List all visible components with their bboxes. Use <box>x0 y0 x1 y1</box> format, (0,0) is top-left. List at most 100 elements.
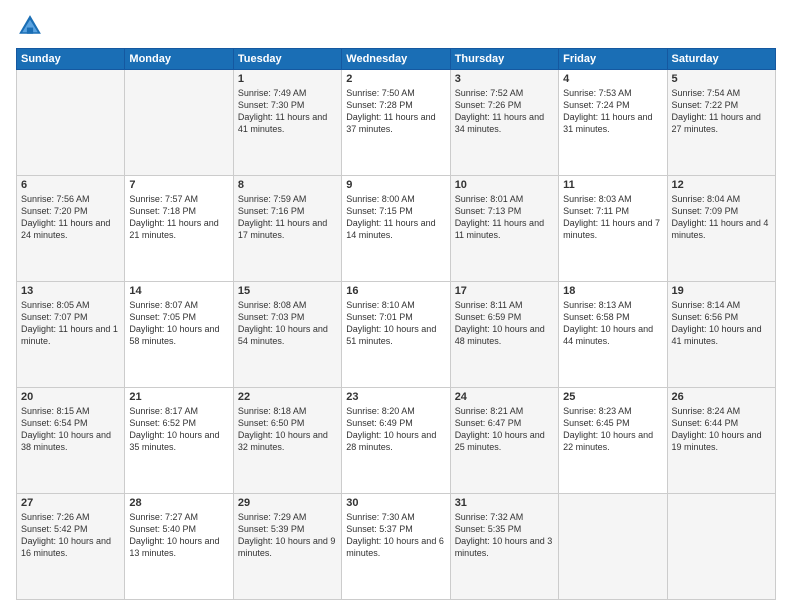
calendar-cell: 20 Sunrise: 8:15 AM Sunset: 6:54 PM Dayli… <box>17 388 125 494</box>
day-info: Sunrise: 8:00 AM Sunset: 7:15 PM Dayligh… <box>346 193 445 242</box>
day-info: Sunrise: 8:03 AM Sunset: 7:11 PM Dayligh… <box>563 193 662 242</box>
calendar-table: SundayMondayTuesdayWednesdayThursdayFrid… <box>16 48 776 600</box>
calendar-cell: 18 Sunrise: 8:13 AM Sunset: 6:58 PM Dayli… <box>559 282 667 388</box>
calendar-cell: 11 Sunrise: 8:03 AM Sunset: 7:11 PM Dayli… <box>559 176 667 282</box>
day-number: 29 <box>238 497 337 509</box>
day-number: 10 <box>455 179 554 191</box>
logo-icon <box>16 12 44 40</box>
day-number: 15 <box>238 285 337 297</box>
calendar-cell: 29 Sunrise: 7:29 AM Sunset: 5:39 PM Dayli… <box>233 494 341 600</box>
day-number: 3 <box>455 73 554 85</box>
calendar-cell: 16 Sunrise: 8:10 AM Sunset: 7:01 PM Dayli… <box>342 282 450 388</box>
day-info: Sunrise: 8:01 AM Sunset: 7:13 PM Dayligh… <box>455 193 554 242</box>
day-info: Sunrise: 7:50 AM Sunset: 7:28 PM Dayligh… <box>346 87 445 136</box>
calendar-cell: 22Sunrise: 8:18 AM Sunset: 6:50 PM Dayli… <box>233 388 341 494</box>
calendar-cell <box>17 70 125 176</box>
calendar-cell: 10 Sunrise: 8:01 AM Sunset: 7:13 PM Dayli… <box>450 176 558 282</box>
day-number: 22 <box>238 391 337 403</box>
day-number: 19 <box>672 285 771 297</box>
day-number: 20 <box>21 391 120 403</box>
day-number: 14 <box>129 285 228 297</box>
day-number: 9 <box>346 179 445 191</box>
calendar-cell: 2Sunrise: 7:50 AM Sunset: 7:28 PM Daylig… <box>342 70 450 176</box>
day-number: 6 <box>21 179 120 191</box>
day-info: Sunrise: 8:11 AM Sunset: 6:59 PM Dayligh… <box>455 299 554 348</box>
day-info: Sunrise: 8:20 AM Sunset: 6:49 PM Dayligh… <box>346 405 445 454</box>
calendar-cell <box>125 70 233 176</box>
calendar-cell: 4 Sunrise: 7:53 AM Sunset: 7:24 PM Daylig… <box>559 70 667 176</box>
day-info: Sunrise: 8:21 AM Sunset: 6:47 PM Dayligh… <box>455 405 554 454</box>
day-info: Sunrise: 7:59 AM Sunset: 7:16 PM Dayligh… <box>238 193 337 242</box>
calendar-cell: 17Sunrise: 8:11 AM Sunset: 6:59 PM Dayli… <box>450 282 558 388</box>
day-info: Sunrise: 7:53 AM Sunset: 7:24 PM Dayligh… <box>563 87 662 136</box>
day-header-saturday: Saturday <box>667 49 775 70</box>
day-number: 8 <box>238 179 337 191</box>
calendar-cell <box>667 494 775 600</box>
calendar-cell: 19Sunrise: 8:14 AM Sunset: 6:56 PM Dayli… <box>667 282 775 388</box>
day-info: Sunrise: 8:17 AM Sunset: 6:52 PM Dayligh… <box>129 405 228 454</box>
day-number: 16 <box>346 285 445 297</box>
day-info: Sunrise: 8:13 AM Sunset: 6:58 PM Dayligh… <box>563 299 662 348</box>
day-number: 26 <box>672 391 771 403</box>
page: SundayMondayTuesdayWednesdayThursdayFrid… <box>0 0 792 612</box>
calendar-cell: 27 Sunrise: 7:26 AM Sunset: 5:42 PM Dayli… <box>17 494 125 600</box>
calendar-cell: 9 Sunrise: 8:00 AM Sunset: 7:15 PM Daylig… <box>342 176 450 282</box>
day-info: Sunrise: 7:54 AM Sunset: 7:22 PM Dayligh… <box>672 87 771 136</box>
day-number: 11 <box>563 179 662 191</box>
day-number: 21 <box>129 391 228 403</box>
calendar-cell: 8 Sunrise: 7:59 AM Sunset: 7:16 PM Daylig… <box>233 176 341 282</box>
logo <box>16 12 48 40</box>
calendar-cell: 13 Sunrise: 8:05 AM Sunset: 7:07 PM Dayli… <box>17 282 125 388</box>
day-header-friday: Friday <box>559 49 667 70</box>
day-number: 31 <box>455 497 554 509</box>
day-info: Sunrise: 7:26 AM Sunset: 5:42 PM Dayligh… <box>21 511 120 560</box>
calendar-cell: 12 Sunrise: 8:04 AM Sunset: 7:09 PM Dayli… <box>667 176 775 282</box>
day-number: 1 <box>238 73 337 85</box>
day-number: 13 <box>21 285 120 297</box>
day-info: Sunrise: 7:29 AM Sunset: 5:39 PM Dayligh… <box>238 511 337 560</box>
day-info: Sunrise: 8:04 AM Sunset: 7:09 PM Dayligh… <box>672 193 771 242</box>
calendar-cell: 5 Sunrise: 7:54 AM Sunset: 7:22 PM Daylig… <box>667 70 775 176</box>
calendar-week-2: 6 Sunrise: 7:56 AM Sunset: 7:20 PM Daylig… <box>17 176 776 282</box>
calendar-week-1: 1 Sunrise: 7:49 AM Sunset: 7:30 PM Daylig… <box>17 70 776 176</box>
day-number: 23 <box>346 391 445 403</box>
day-info: Sunrise: 7:27 AM Sunset: 5:40 PM Dayligh… <box>129 511 228 560</box>
day-info: Sunrise: 8:15 AM Sunset: 6:54 PM Dayligh… <box>21 405 120 454</box>
day-info: Sunrise: 8:23 AM Sunset: 6:45 PM Dayligh… <box>563 405 662 454</box>
calendar-cell: 15 Sunrise: 8:08 AM Sunset: 7:03 PM Dayli… <box>233 282 341 388</box>
day-info: Sunrise: 7:32 AM Sunset: 5:35 PM Dayligh… <box>455 511 554 560</box>
calendar-cell: 31 Sunrise: 7:32 AM Sunset: 5:35 PM Dayli… <box>450 494 558 600</box>
day-number: 5 <box>672 73 771 85</box>
day-info: Sunrise: 7:56 AM Sunset: 7:20 PM Dayligh… <box>21 193 120 242</box>
day-info: Sunrise: 7:52 AM Sunset: 7:26 PM Dayligh… <box>455 87 554 136</box>
calendar-cell: 6 Sunrise: 7:56 AM Sunset: 7:20 PM Daylig… <box>17 176 125 282</box>
day-info: Sunrise: 8:10 AM Sunset: 7:01 PM Dayligh… <box>346 299 445 348</box>
calendar-week-5: 27 Sunrise: 7:26 AM Sunset: 5:42 PM Dayli… <box>17 494 776 600</box>
calendar-week-4: 20 Sunrise: 8:15 AM Sunset: 6:54 PM Dayli… <box>17 388 776 494</box>
day-number: 24 <box>455 391 554 403</box>
day-header-wednesday: Wednesday <box>342 49 450 70</box>
calendar-cell: 23 Sunrise: 8:20 AM Sunset: 6:49 PM Dayli… <box>342 388 450 494</box>
calendar-week-3: 13 Sunrise: 8:05 AM Sunset: 7:07 PM Dayli… <box>17 282 776 388</box>
calendar-cell: 28Sunrise: 7:27 AM Sunset: 5:40 PM Dayli… <box>125 494 233 600</box>
day-info: Sunrise: 8:08 AM Sunset: 7:03 PM Dayligh… <box>238 299 337 348</box>
day-number: 25 <box>563 391 662 403</box>
day-header-sunday: Sunday <box>17 49 125 70</box>
day-info: Sunrise: 8:24 AM Sunset: 6:44 PM Dayligh… <box>672 405 771 454</box>
day-number: 27 <box>21 497 120 509</box>
day-number: 30 <box>346 497 445 509</box>
day-info: Sunrise: 7:49 AM Sunset: 7:30 PM Dayligh… <box>238 87 337 136</box>
day-info: Sunrise: 7:57 AM Sunset: 7:18 PM Dayligh… <box>129 193 228 242</box>
day-info: Sunrise: 8:05 AM Sunset: 7:07 PM Dayligh… <box>21 299 120 348</box>
day-number: 7 <box>129 179 228 191</box>
calendar-cell: 25 Sunrise: 8:23 AM Sunset: 6:45 PM Dayli… <box>559 388 667 494</box>
day-number: 4 <box>563 73 662 85</box>
day-number: 12 <box>672 179 771 191</box>
calendar-cell: 1 Sunrise: 7:49 AM Sunset: 7:30 PM Daylig… <box>233 70 341 176</box>
calendar-header-row: SundayMondayTuesdayWednesdayThursdayFrid… <box>17 49 776 70</box>
day-info: Sunrise: 7:30 AM Sunset: 5:37 PM Dayligh… <box>346 511 445 560</box>
day-number: 18 <box>563 285 662 297</box>
calendar-cell: 3 Sunrise: 7:52 AM Sunset: 7:26 PM Daylig… <box>450 70 558 176</box>
day-info: Sunrise: 8:07 AM Sunset: 7:05 PM Dayligh… <box>129 299 228 348</box>
calendar-cell <box>559 494 667 600</box>
